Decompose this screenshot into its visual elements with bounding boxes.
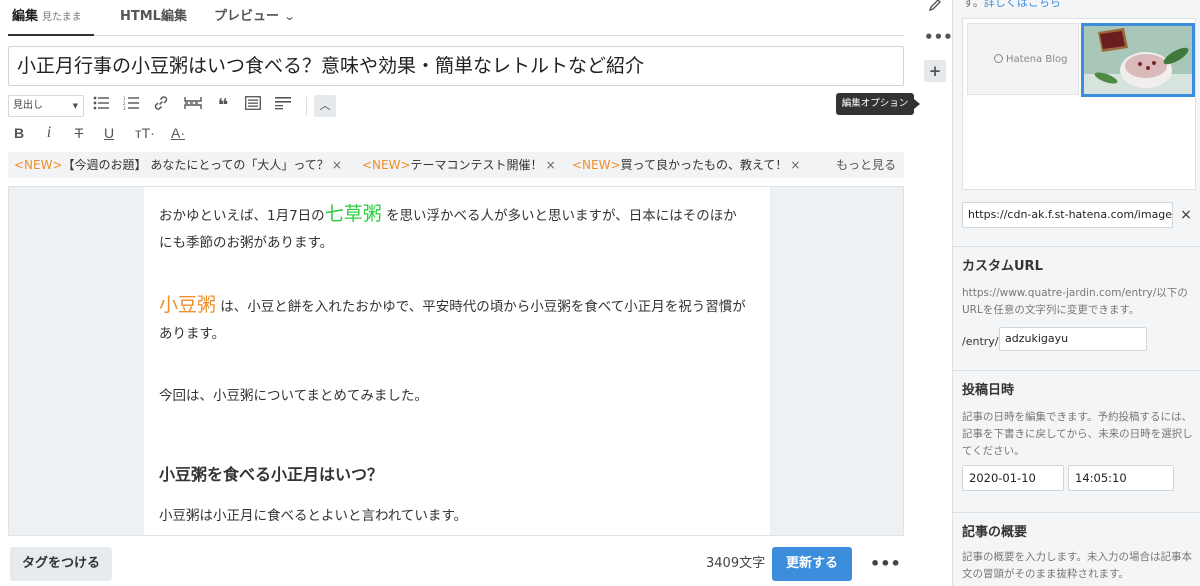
chevron-down-icon: ⌄ [283,10,296,23]
svg-text:3: 3 [123,106,126,110]
format-toolbar: 見出し ▼ 123 ❝ ︿ B i T U тT· A· [8,92,904,148]
toolbar-divider [306,97,307,115]
adzuki-porridge-photo [1084,26,1192,94]
footnote-icon[interactable] [272,95,294,117]
heading-select-value: 見出し [13,100,43,111]
custom-url-description: https://www.quatre-jardin.com/entry/以下のU… [962,287,1188,316]
body-paragraph: おかゆといえば、1月7日の七草粥 を思い浮かべる人が多いと思いますが、日本にはそ… [159,201,749,257]
summary-section: 記事の概要 記事の概要を入力します。未入力の場合は記事本文の冒頭がそのまま抜粋さ… [953,512,1200,586]
hatena-blog-logo: Hatena Blog [994,54,1067,65]
sidebar-rail: ••• + [918,0,953,586]
announcement-item[interactable]: <NEW>【今週のお題】 あなたにとっての「大人」って？ × [14,152,342,178]
text-color-button[interactable]: A· [164,122,192,144]
highlight-text: 小豆粥 [159,294,217,316]
edit-options-tooltip: 編集オプション [836,93,920,115]
table-of-contents-icon[interactable] [242,95,264,117]
close-icon[interactable]: × [546,158,556,172]
announcement-text: テーマコンテスト開催！ [410,158,543,172]
body-paragraph: 小豆粥 は、小豆と餅を入れたおかゆで、平安時代の頃から小豆粥を食べて小正月を祝う… [159,292,749,348]
more-announcements-link[interactable]: もっと見る [836,152,896,178]
summary-heading: 記事の概要 [962,525,1028,540]
heading-select[interactable]: 見出し ▼ [8,95,84,117]
read-more-icon[interactable] [182,95,204,117]
bold-button[interactable]: B [8,122,30,144]
thumbnail-default[interactable]: Hatena Blog [967,23,1079,95]
close-icon[interactable]: × [790,158,800,172]
bullet-list-icon[interactable] [90,95,112,117]
pencil-icon[interactable] [924,0,946,18]
custom-url-section: カスタムURL https://www.quatre-jardin.com/en… [953,246,1200,366]
article-body-editor[interactable]: おかゆといえば、1月7日の七草粥 を思い浮かべる人が多いと思いますが、日本にはそ… [8,186,904,536]
image-url-row: https://cdn-ak.f.st-hatena.com/images × [962,202,1196,228]
article-title-input[interactable]: 小正月行事の小豆粥はいつ食べる？意味や効果・簡単なレトルトなど紹介 [8,46,904,86]
announcement-text: 買って良かったもの、教えて！ [620,158,788,172]
body-text: は、小豆と餅を入れたおかゆで、平安時代の頃から小豆粥を食べて小正月を祝う習慣があ… [159,299,746,342]
more-menu-icon[interactable]: ••• [924,26,953,48]
new-badge: <NEW> [572,158,621,172]
tab-wysiwyg[interactable]: 編集 見たまま [8,0,94,36]
chevron-up-icon: ︿ [319,99,331,112]
more-options-icon[interactable]: ••• [870,547,901,581]
blog-editor-screen: 編集 見たまま HTML編集 プレビュー ⌄ 小正月行事の小豆粥はいつ食べる？意味や… [0,0,1200,586]
edit-options-sidebar: す。詳しくはこちら Hatena Blog https://cdn-ak.f.s… [952,0,1200,586]
post-date-input[interactable]: 2020-01-10 [962,465,1064,491]
featured-image-picker: Hatena Blog [962,18,1196,190]
italic-button[interactable]: i [38,122,60,144]
section-heading: 小豆粥を食べる小正月はいつ？ [159,465,384,484]
body-paragraph: 小豆粥は小正月に食べるとよいと言われています。 [159,508,468,524]
post-time-input[interactable]: 14:05:10 [1068,465,1174,491]
tab-html[interactable]: HTML編集 [120,0,187,36]
editor-mode-tabs: 編集 見たまま HTML編集 プレビュー ⌄ [8,0,904,36]
select-arrow-icon: ▼ [72,102,78,110]
sidebar-top-text: す。詳しくはこちら [963,0,1061,10]
announcement-item[interactable]: <NEW>買って良かったもの、教えて！ × [572,152,800,178]
strikethrough-button[interactable]: T [68,122,90,144]
post-date-description: 記事の日時を編集できます。予約投稿するには、記事を下書きに戻してから、未来の日時… [962,411,1193,457]
close-icon[interactable]: × [332,158,342,172]
announcement-text: 【今週のお題】 あなたにとっての「大人」って？ [62,158,329,172]
clear-url-icon[interactable]: × [1177,202,1195,228]
tab-wysiwyg-label: 編集 [12,9,39,24]
add-plugin-button[interactable]: + [924,60,946,82]
image-url-input[interactable]: https://cdn-ak.f.st-hatena.com/images [962,202,1173,228]
tab-preview[interactable]: プレビュー ⌄ [214,0,296,36]
sidebar-top-prefix: す。 [963,0,984,9]
announcement-bar: <NEW>【今週のお題】 あなたにとっての「大人」って？ × <NEW>テーマコン… [8,152,904,178]
tab-html-label: HTML編集 [120,9,187,24]
body-text: おかゆといえば、1月7日の [159,208,325,224]
new-badge: <NEW> [14,158,63,172]
editor-pane: 編集 見たまま HTML編集 プレビュー ⌄ 小正月行事の小豆粥はいつ食べる？意味や… [0,0,918,586]
thumbnail-logo-text: Hatena Blog [1006,54,1068,65]
highlight-text: 七草粥 [324,203,382,225]
post-date-heading: 投稿日時 [962,383,1015,398]
custom-url-input[interactable]: adzukigayu [999,327,1147,351]
post-date-section: 投稿日時 記事の日時を編集できます。予約投稿するには、記事を下書きに戻してから、… [953,370,1200,510]
text-size-button[interactable]: тT· [130,122,160,144]
summary-description: 記事の概要を入力します。未入力の場合は記事本文の冒頭がそのまま抜粋されます。 [962,551,1192,580]
announcement-item[interactable]: <NEW>テーマコンテスト開催！ × [362,152,556,178]
tab-wysiwyg-sublabel: 見たまま [42,12,82,23]
details-link[interactable]: 詳しくはこちら [984,0,1061,9]
character-count: 3409文字 [706,556,766,571]
custom-url-heading: カスタムURL [962,259,1043,274]
body-paragraph: 今回は、小豆粥についてまとめてみました。 [159,388,428,404]
editor-footer: タグをつける 3409文字 更新する ••• [0,542,918,586]
add-tags-button[interactable]: タグをつける [10,547,112,581]
link-icon[interactable] [150,95,172,117]
new-badge: <NEW> [362,158,411,172]
tab-preview-label: プレビュー [214,9,280,24]
article-body-page[interactable]: おかゆといえば、1月7日の七草粥 を思い浮かべる人が多いと思いますが、日本にはそ… [144,187,770,535]
quote-icon[interactable]: ❝ [212,95,234,117]
thumbnail-selected[interactable] [1081,23,1195,97]
update-button[interactable]: 更新する [772,547,852,581]
underline-button[interactable]: U [98,122,120,144]
custom-url-prefix: /entry/ [962,335,999,348]
collapse-toolbar-button[interactable]: ︿ [314,95,336,117]
numbered-list-icon[interactable]: 123 [120,95,142,117]
